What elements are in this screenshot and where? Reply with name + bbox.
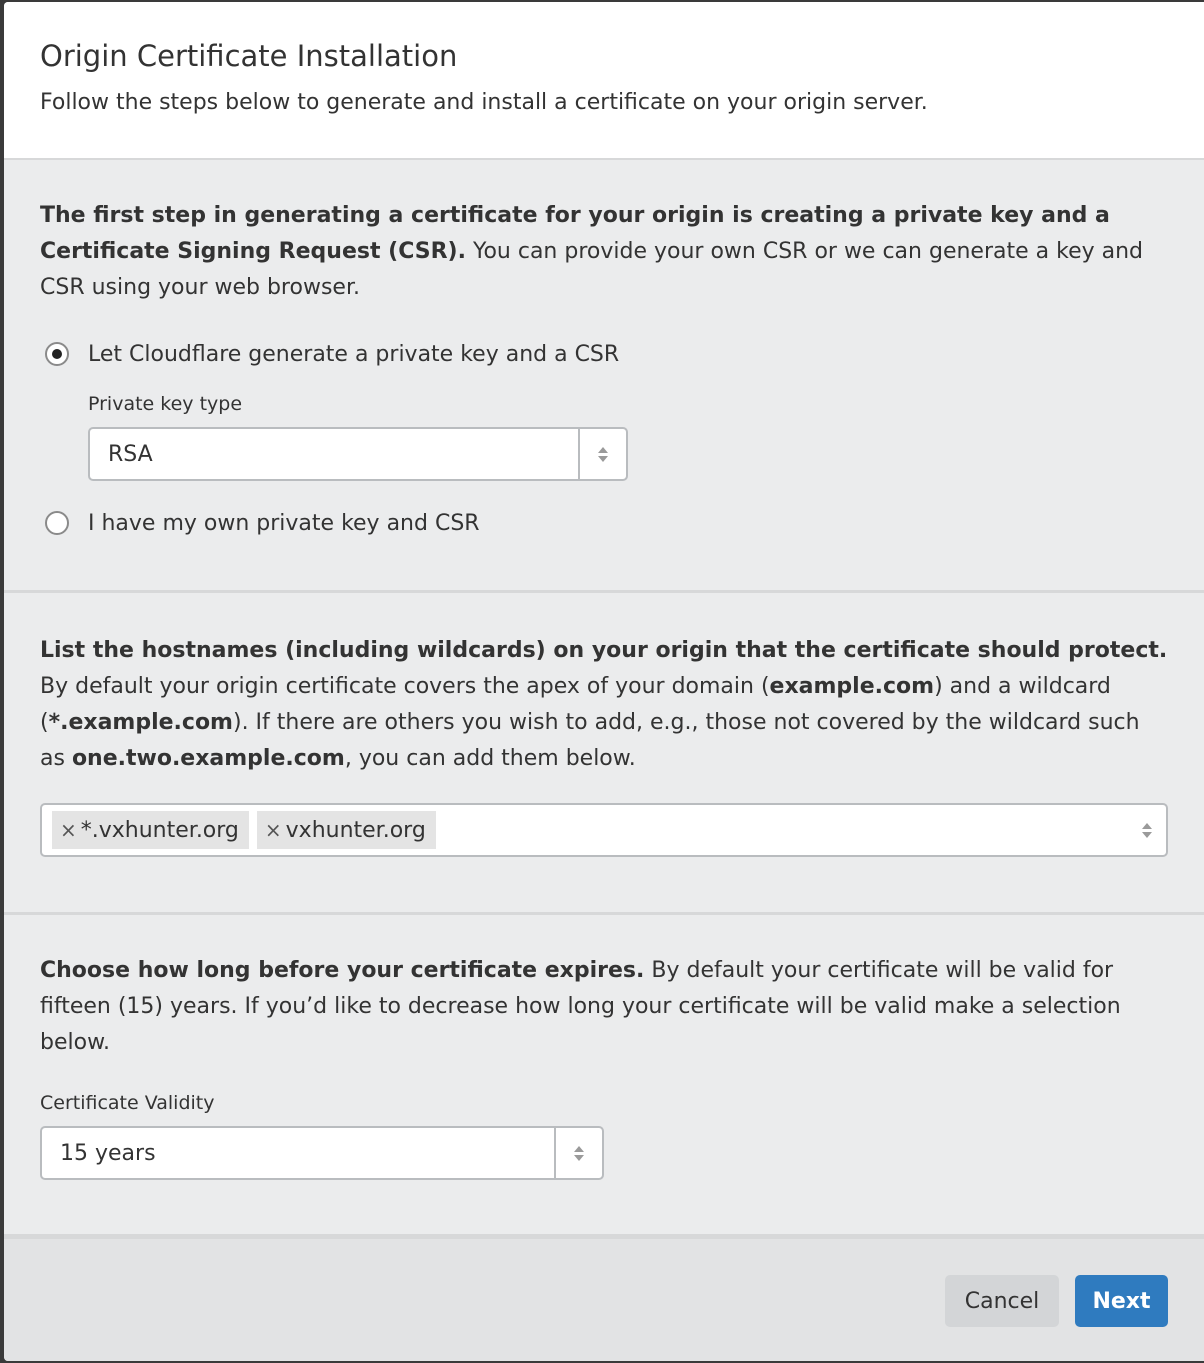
hostnames-wildcard-example: *.example.com xyxy=(48,710,233,735)
hostnames-description: List the hostnames (including wildcards)… xyxy=(40,633,1168,777)
hostnames-section: List the hostnames (including wildcards)… xyxy=(4,593,1204,915)
validity-section: Choose how long before your certificate … xyxy=(4,915,1204,1237)
private-key-intro: The first step in generating a certifica… xyxy=(40,198,1168,306)
sort-down-icon xyxy=(574,1154,584,1161)
remove-tag-icon[interactable]: × xyxy=(60,818,77,842)
modal-subtitle: Follow the steps below to generate and i… xyxy=(40,90,928,115)
hostname-tag: × *.vxhunter.org xyxy=(52,811,249,849)
validity-group: Certificate Validity 15 years xyxy=(40,1091,604,1180)
key-type-select[interactable]: RSA xyxy=(88,427,628,481)
hostnames-text-1: By default your origin certificate cover… xyxy=(40,674,770,699)
validity-chevron-icon[interactable] xyxy=(554,1128,602,1178)
hostnames-subdomain-example: one.two.example.com xyxy=(71,746,345,771)
key-type-label: Private key type xyxy=(88,393,243,415)
modal-header: Origin Certificate Installation Follow t… xyxy=(4,2,1204,160)
validity-value: 15 years xyxy=(60,1140,156,1166)
hostname-tag-label: vxhunter.org xyxy=(285,817,426,843)
hostnames-chevron-icon[interactable] xyxy=(1142,805,1152,855)
sort-up-icon xyxy=(598,446,608,453)
modal-title: Origin Certificate Installation xyxy=(40,39,458,73)
remove-tag-icon[interactable]: × xyxy=(265,818,282,842)
hostnames-apex-example: example.com xyxy=(769,674,935,699)
radio-generate-control[interactable] xyxy=(45,342,69,366)
sort-up-icon xyxy=(574,1145,584,1152)
private-key-section: The first step in generating a certifica… xyxy=(4,160,1204,593)
key-type-value: RSA xyxy=(108,441,153,467)
key-type-chevron-icon[interactable] xyxy=(578,429,626,479)
modal-footer: Cancel Next xyxy=(4,1237,1204,1361)
sort-up-icon xyxy=(1142,822,1152,829)
validity-label: Certificate Validity xyxy=(40,1092,215,1114)
hostnames-input[interactable]: × *.vxhunter.org × vxhunter.org xyxy=(40,803,1168,857)
radio-generate-label[interactable]: Let Cloudflare generate a private key an… xyxy=(88,342,619,367)
cancel-button[interactable]: Cancel xyxy=(945,1275,1059,1327)
key-type-group: Private key type RSA xyxy=(88,392,628,481)
radio-option-generate[interactable]: Let Cloudflare generate a private key an… xyxy=(40,336,1168,372)
radio-own-control[interactable] xyxy=(45,511,69,535)
validity-bold: Choose how long before your certificate … xyxy=(40,958,645,983)
hostname-tag-label: *.vxhunter.org xyxy=(80,817,239,843)
sort-down-icon xyxy=(598,455,608,462)
hostname-tag: × vxhunter.org xyxy=(256,811,436,849)
validity-select[interactable]: 15 years xyxy=(40,1126,604,1180)
hostnames-text-4: , you can add them below. xyxy=(344,746,636,771)
hostnames-bold: List the hostnames (including wildcards)… xyxy=(40,638,1168,663)
sort-down-icon xyxy=(1142,831,1152,838)
origin-certificate-modal: Origin Certificate Installation Follow t… xyxy=(4,2,1204,1361)
radio-option-own[interactable]: I have my own private key and CSR xyxy=(40,505,1168,541)
next-button[interactable]: Next xyxy=(1075,1275,1168,1327)
radio-own-label[interactable]: I have my own private key and CSR xyxy=(88,511,480,536)
validity-description: Choose how long before your certificate … xyxy=(40,953,1168,1061)
